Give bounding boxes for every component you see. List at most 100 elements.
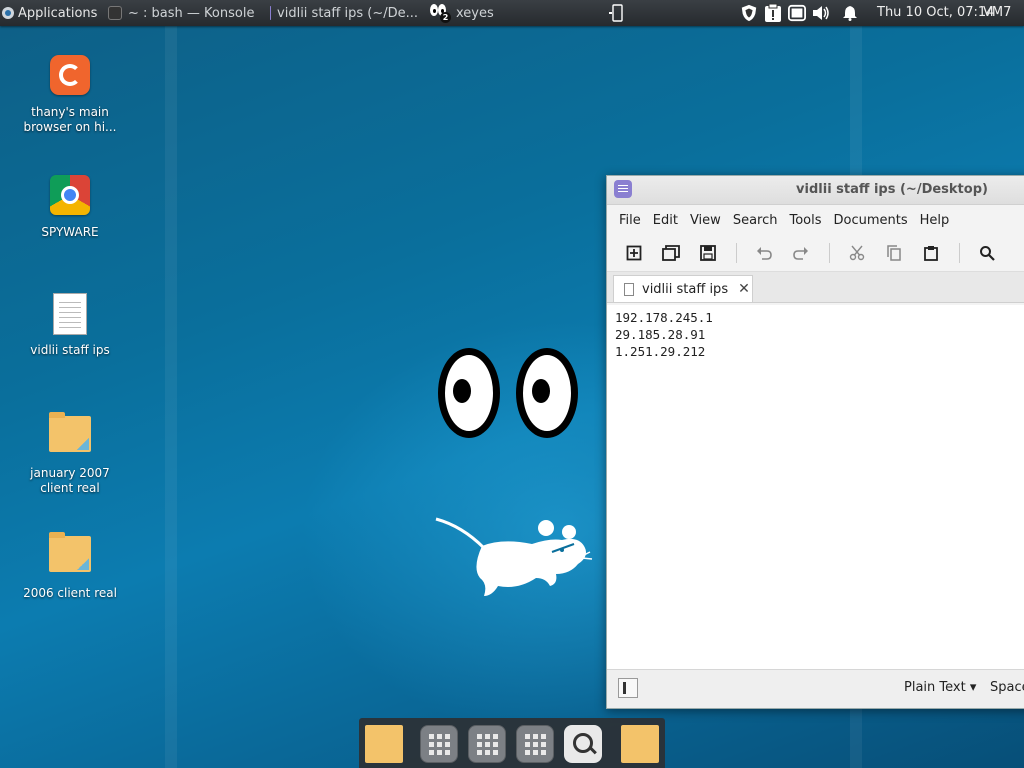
desktop-icon-staff-ips[interactable]: vidlii staff ips	[10, 292, 130, 358]
dock-search-icon[interactable]	[564, 725, 602, 763]
editor-line: 29.185.28.91	[615, 327, 706, 342]
undo-icon	[757, 247, 772, 260]
xeyes-icon: 2	[430, 4, 452, 23]
window-icon[interactable]	[788, 4, 806, 22]
text-editor-window[interactable]: vidlii staff ips (~/Desktop) File Edit V…	[606, 175, 1024, 709]
clock[interactable]: Thu 10 Oct, 07:14	[877, 0, 994, 26]
system-tray	[737, 0, 862, 26]
tab-bar: vidlii staff ips ✕	[607, 272, 1024, 303]
desktop-icon-january-2007[interactable]: january 2007 client real	[10, 410, 130, 496]
search-icon	[980, 246, 995, 261]
tab-label: vidlii staff ips	[642, 281, 729, 297]
menu-tools[interactable]: Tools	[789, 213, 821, 228]
taskbar-item-label: ~ : bash — Konsole	[128, 5, 255, 21]
desktop-background-band	[165, 26, 177, 768]
tab-vidlii-staff-ips[interactable]: vidlii staff ips ✕	[613, 275, 753, 302]
undo-button[interactable]	[751, 240, 777, 266]
text-document-icon	[624, 282, 634, 296]
desktop-icon-label: client real	[40, 481, 100, 495]
text-document-icon	[48, 293, 92, 337]
chrome-icon	[48, 175, 92, 219]
menu-bar: File Edit View Search Tools Documents He…	[607, 205, 1024, 235]
desktop-icon-label: SPYWARE	[41, 225, 99, 239]
editor-line: 1.251.29.212	[615, 344, 706, 359]
vm-label[interactable]: VM7	[983, 0, 1011, 26]
toolbar-separator	[736, 243, 737, 263]
dock-app-grid-icon[interactable]	[468, 725, 506, 763]
text-editor-icon	[270, 6, 272, 20]
desktop-icon-label: browser on hi...	[23, 120, 117, 134]
status-bar: Plain Text ▾ Space	[607, 669, 1024, 708]
folder-icon	[48, 532, 92, 580]
desktop-icon-label: 2006 client real	[23, 586, 117, 600]
language-selector[interactable]: Plain Text ▾	[904, 680, 976, 695]
menu-help[interactable]: Help	[920, 213, 950, 228]
paste-icon	[924, 246, 938, 261]
search-button[interactable]	[974, 240, 1000, 266]
redo-icon	[793, 247, 808, 260]
left-eye	[438, 348, 500, 438]
desktop-icon-spyware[interactable]: SPYWARE	[10, 173, 130, 240]
firefox-icon	[48, 55, 92, 99]
editor-line: 192.178.245.1	[615, 310, 713, 325]
menu-file[interactable]: File	[619, 213, 641, 228]
copy-button[interactable]	[881, 240, 907, 266]
volume-icon[interactable]	[812, 4, 830, 22]
clipboard-icon[interactable]	[764, 3, 782, 22]
window-count-badge: 2	[440, 12, 451, 23]
notification-bell-icon[interactable]	[841, 4, 859, 22]
desktop-icon-label: january 2007	[30, 466, 110, 480]
scissors-icon	[849, 245, 865, 261]
taskbar-item-label: xeyes	[456, 5, 494, 21]
save-icon	[700, 245, 716, 261]
xfce-mouse-icon	[435, 517, 593, 596]
menu-documents[interactable]: Documents	[834, 213, 908, 228]
left-pupil	[453, 379, 471, 403]
menu-search[interactable]: Search	[733, 213, 778, 228]
dock	[359, 718, 665, 768]
taskbar-item-label: vidlii staff ips (~/De...	[277, 5, 418, 21]
right-eye	[516, 348, 578, 438]
tray-left	[604, 0, 628, 26]
dock-folder-icon[interactable]	[621, 725, 659, 763]
dock-app-grid-icon[interactable]	[420, 725, 458, 763]
copy-icon	[887, 245, 901, 261]
redo-button[interactable]	[788, 240, 814, 266]
top-panel: Applications ~ : bash — Konsole vidlii s…	[0, 0, 1024, 26]
shield-icon[interactable]	[740, 4, 758, 22]
new-document-button[interactable]	[621, 240, 647, 266]
phone-icon[interactable]	[607, 4, 625, 22]
open-button[interactable]	[658, 240, 684, 266]
toolbar	[607, 235, 1024, 272]
right-pupil	[532, 379, 550, 403]
applications-menu[interactable]: Applications	[0, 0, 102, 26]
taskbar-item-konsole[interactable]: ~ : bash — Konsole	[102, 0, 264, 26]
applications-label: Applications	[18, 5, 98, 21]
save-button[interactable]	[695, 240, 721, 266]
desktop-icon-2006-client[interactable]: 2006 client real	[10, 530, 130, 601]
toolbar-separator	[829, 243, 830, 263]
toolbar-separator	[959, 243, 960, 263]
applications-icon	[2, 7, 14, 19]
window-titlebar[interactable]: vidlii staff ips (~/Desktop)	[607, 176, 1024, 205]
indentation-selector[interactable]: Space	[990, 680, 1024, 695]
taskbar-item-xeyes[interactable]: 2 xeyes	[424, 0, 500, 26]
open-windows-icon	[662, 245, 680, 261]
desktop-icon-label: thany's main	[31, 105, 109, 119]
menu-edit[interactable]: Edit	[653, 213, 678, 228]
cut-button[interactable]	[844, 240, 870, 266]
window-title: vidlii staff ips (~/Desktop)	[796, 182, 988, 197]
dock-app-grid-icon[interactable]	[516, 725, 554, 763]
dock-home-folder-icon[interactable]	[365, 725, 403, 763]
folder-icon	[48, 412, 92, 460]
desktop-icon-browser[interactable]: thany's main browser on hi...	[10, 53, 130, 135]
close-icon[interactable]: ✕	[738, 281, 750, 297]
desktop-icon-label: vidlii staff ips	[30, 343, 110, 357]
side-pane-toggle-icon[interactable]	[618, 678, 638, 698]
paste-button[interactable]	[918, 240, 944, 266]
text-editor-area[interactable]: 192.178.245.1 29.185.28.91 1.251.29.212	[607, 305, 1024, 670]
taskbar-item-editor[interactable]: vidlii staff ips (~/De...	[264, 0, 424, 26]
terminal-icon	[108, 6, 122, 20]
new-document-icon	[626, 245, 642, 261]
menu-view[interactable]: View	[690, 213, 721, 228]
